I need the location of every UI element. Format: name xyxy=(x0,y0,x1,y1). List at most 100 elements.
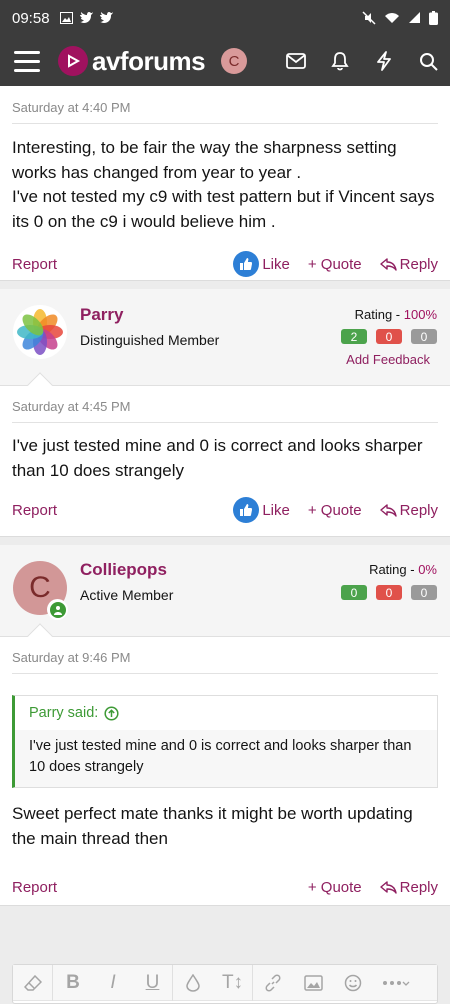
rating-percent: 0% xyxy=(418,562,437,577)
report-button[interactable]: Report xyxy=(12,256,57,273)
quote-button[interactable]: + Quote xyxy=(308,879,362,896)
smiley-icon[interactable] xyxy=(333,965,373,1001)
site-logo[interactable]: avforums xyxy=(58,45,206,77)
post-separator xyxy=(0,536,450,545)
status-bar: 09:58 xyxy=(0,0,450,36)
text-size-button[interactable]: T↕ xyxy=(213,964,253,1001)
underline-button[interactable]: U xyxy=(133,964,173,1001)
post-actions: Report Like + Quote Reply xyxy=(0,488,450,532)
positive-count[interactable]: 2 xyxy=(341,329,367,344)
flower-avatar-icon xyxy=(17,309,63,355)
quote-text: I've just tested mine and 0 is correct a… xyxy=(29,738,412,775)
reply-button[interactable]: Reply xyxy=(379,255,438,273)
user-header-colliepops: C Colliepops Active Member Rating - 0% 0… xyxy=(0,545,450,649)
post-separator xyxy=(0,280,450,289)
reply-button[interactable]: Reply xyxy=(379,878,438,896)
color-drop-icon[interactable] xyxy=(173,965,213,1001)
positive-count[interactable]: 0 xyxy=(341,585,367,600)
search-icon[interactable] xyxy=(406,36,450,86)
username[interactable]: Colliepops xyxy=(80,560,167,580)
battery-icon xyxy=(429,11,438,25)
user-title: Active Member xyxy=(80,587,174,603)
brand-name: avforums xyxy=(92,45,206,76)
bold-button[interactable]: B xyxy=(53,965,93,1001)
image-icon[interactable] xyxy=(293,965,333,1001)
feedback-badges: 0 0 0 xyxy=(341,585,437,600)
like-button[interactable]: Like xyxy=(233,251,290,277)
feedback-badges: 2 0 0 xyxy=(341,329,437,344)
thumbs-up-icon xyxy=(233,251,260,277)
avatar[interactable] xyxy=(13,305,67,359)
reply-label: Reply xyxy=(399,501,438,519)
reply-editor: B I U T↕ xyxy=(12,964,438,1004)
notification-icons xyxy=(59,12,113,24)
reply-label: Reply xyxy=(399,878,438,896)
quote-header[interactable]: Parry said: xyxy=(15,696,437,730)
jump-to-quote-icon xyxy=(104,705,119,721)
rating: Rating - 0% xyxy=(369,562,437,577)
post-3: Saturday at 9:46 PM Parry said: I've jus… xyxy=(0,637,450,905)
rating: Rating - 100% xyxy=(355,307,437,322)
system-icons xyxy=(362,11,438,25)
negative-count[interactable]: 0 xyxy=(376,585,402,600)
wifi-icon xyxy=(385,13,399,23)
thumbs-up-icon xyxy=(233,497,260,523)
post-body: Interesting, to be fair the way the shar… xyxy=(0,124,450,234)
reply-label: Reply xyxy=(399,255,438,273)
quote-block: Parry said: I've just tested mine and 0 … xyxy=(12,695,438,788)
like-button[interactable]: Like xyxy=(233,497,290,523)
top-navbar: avforums C xyxy=(0,36,450,86)
reply-icon xyxy=(379,257,397,271)
user-avatar[interactable]: C xyxy=(221,48,248,74)
neutral-count[interactable]: 0 xyxy=(411,329,437,344)
negative-count[interactable]: 0 xyxy=(376,329,402,344)
online-status-icon xyxy=(47,599,68,620)
reply-icon xyxy=(379,880,397,894)
post-separator xyxy=(0,905,450,939)
reply-icon xyxy=(379,503,397,517)
rating-label: Rating - xyxy=(369,562,419,577)
post-timestamp[interactable]: Saturday at 4:45 PM xyxy=(0,386,450,414)
like-label: Like xyxy=(262,255,290,273)
more-options-icon[interactable] xyxy=(373,965,419,1001)
bell-icon[interactable] xyxy=(318,36,362,86)
eraser-icon[interactable] xyxy=(13,964,53,1001)
post-timestamp[interactable]: Saturday at 4:40 PM xyxy=(0,86,450,115)
post-actions: Report + Quote Reply xyxy=(0,865,450,909)
post-timestamp[interactable]: Saturday at 9:46 PM xyxy=(0,637,450,665)
thread-content: Saturday at 4:40 PM Interesting, to be f… xyxy=(0,86,450,999)
post-body: Sweet perfect mate thanks it might be wo… xyxy=(12,804,413,848)
divider xyxy=(12,673,438,674)
post-line: Interesting, to be fair the way the shar… xyxy=(12,138,397,182)
post-line: I've not tested my c9 with test pattern … xyxy=(12,187,435,231)
menu-icon[interactable] xyxy=(14,50,40,72)
username[interactable]: Parry xyxy=(80,305,123,325)
twitter-icon xyxy=(79,12,93,23)
gallery-icon xyxy=(59,12,73,24)
rating-label: Rating - xyxy=(354,307,404,322)
report-button[interactable]: Report xyxy=(12,502,57,519)
quote-author: Parry said: xyxy=(29,705,99,721)
status-time: 09:58 xyxy=(12,9,50,27)
post-body: I've just tested mine and 0 is correct a… xyxy=(12,436,423,480)
user-title: Distinguished Member xyxy=(80,332,220,348)
post-2: Saturday at 4:45 PM I've just tested min… xyxy=(0,386,450,536)
quote-button[interactable]: + Quote xyxy=(308,502,362,519)
user-header-parry: Parry Distinguished Member Rating - 100%… xyxy=(0,289,450,398)
italic-button[interactable]: I xyxy=(93,965,133,1001)
rating-percent: 100% xyxy=(403,307,437,322)
lightning-icon[interactable] xyxy=(362,36,406,86)
neutral-count[interactable]: 0 xyxy=(411,585,437,600)
quote-button[interactable]: + Quote xyxy=(308,256,362,273)
report-button[interactable]: Report xyxy=(12,879,57,896)
avforums-logo-icon xyxy=(58,46,88,76)
editor-toolbar: B I U T↕ xyxy=(13,964,437,1001)
link-icon[interactable] xyxy=(253,965,293,1001)
post-1: Saturday at 4:40 PM Interesting, to be f… xyxy=(0,86,450,280)
mute-icon xyxy=(362,11,376,25)
avatar-letter: C xyxy=(29,571,51,604)
inbox-icon[interactable] xyxy=(274,36,318,86)
add-feedback-link[interactable]: Add Feedback xyxy=(346,352,430,367)
reply-button[interactable]: Reply xyxy=(379,501,438,519)
twitter-icon xyxy=(99,12,113,23)
